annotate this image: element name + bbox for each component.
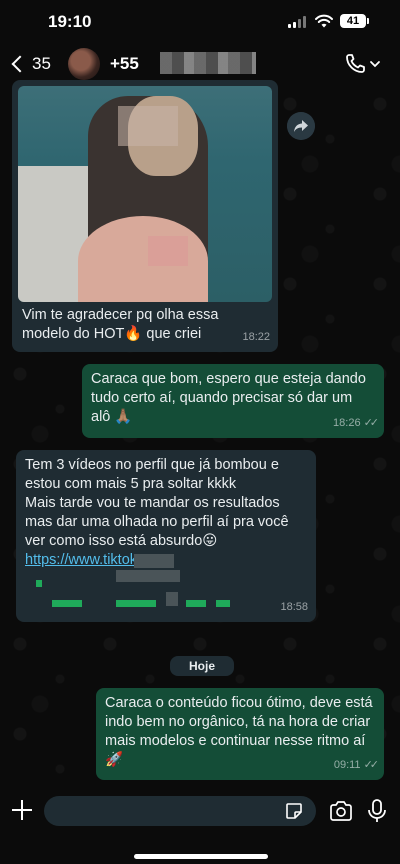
message-time: 18:22: [242, 331, 270, 343]
redacted-blur: [36, 580, 42, 587]
camera-icon[interactable]: [329, 800, 353, 822]
chevron-down-icon: [370, 61, 380, 68]
battery-indicator: 41: [340, 14, 366, 28]
message-meta: 18:58: [280, 598, 308, 617]
chat-header: 35 +55: [0, 44, 400, 84]
redacted-blur: [116, 600, 156, 607]
status-time: 19:10: [48, 12, 92, 31]
message-bubble-incoming[interactable]: Tem 3 vídeos no perfil que já bombou e e…: [16, 450, 316, 622]
double-check-icon: ✓✓: [363, 759, 380, 771]
message-time: 18:26: [333, 417, 361, 429]
message-time: 09:11: [333, 759, 361, 771]
redacted-name-blur: [160, 52, 256, 74]
redacted-blur: [186, 600, 206, 607]
message-photo[interactable]: [18, 86, 272, 302]
message-time: 18:58: [280, 601, 308, 613]
redacted-blur: [134, 554, 174, 568]
message-image-bubble[interactable]: Vim te agradecer pq olha essa modelo do …: [12, 80, 278, 352]
battery-tip: [367, 18, 369, 24]
message-input[interactable]: [44, 796, 316, 826]
microphone-icon[interactable]: [366, 798, 388, 824]
wifi-icon: [315, 14, 333, 28]
double-check-icon: ✓✓: [363, 417, 380, 429]
redacted-blur: [166, 592, 178, 606]
contact-avatar[interactable]: [68, 48, 100, 80]
date-separator: Hoje: [170, 656, 234, 676]
call-button[interactable]: [344, 52, 384, 76]
home-indicator[interactable]: [134, 854, 268, 859]
message-meta: 18:22: [242, 328, 270, 347]
redacted-blur: [216, 600, 230, 607]
forward-button[interactable]: [287, 112, 315, 140]
message-bubble-outgoing[interactable]: Caraca que bom, espero que esteja dando …: [82, 364, 384, 438]
phone-icon: [346, 54, 365, 73]
message-composer: [0, 786, 400, 864]
message-meta: 18:26 ✓✓: [333, 414, 380, 433]
contact-name[interactable]: +55: [110, 54, 139, 74]
chevron-left-icon: [11, 55, 29, 73]
back-count: 35: [32, 54, 51, 73]
photo-skin-area: [78, 216, 208, 302]
status-bar: 19:10 41: [0, 0, 400, 44]
signal-icon: [288, 16, 308, 28]
message-text: Tem 3 vídeos no perfil que já bombou e e…: [25, 457, 289, 549]
back-button[interactable]: 35: [8, 50, 51, 78]
redacted-blur: [52, 600, 82, 607]
redacted-blur: [116, 570, 180, 582]
sticker-icon[interactable]: [284, 801, 304, 821]
message-text: Vim te agradecer pq olha essa modelo do …: [22, 307, 219, 342]
message-meta: 09:11 ✓✓: [333, 756, 380, 775]
message-bubble-outgoing[interactable]: Caraca o conteúdo ficou ótimo, deve está…: [96, 688, 384, 780]
plus-icon[interactable]: [10, 798, 34, 822]
